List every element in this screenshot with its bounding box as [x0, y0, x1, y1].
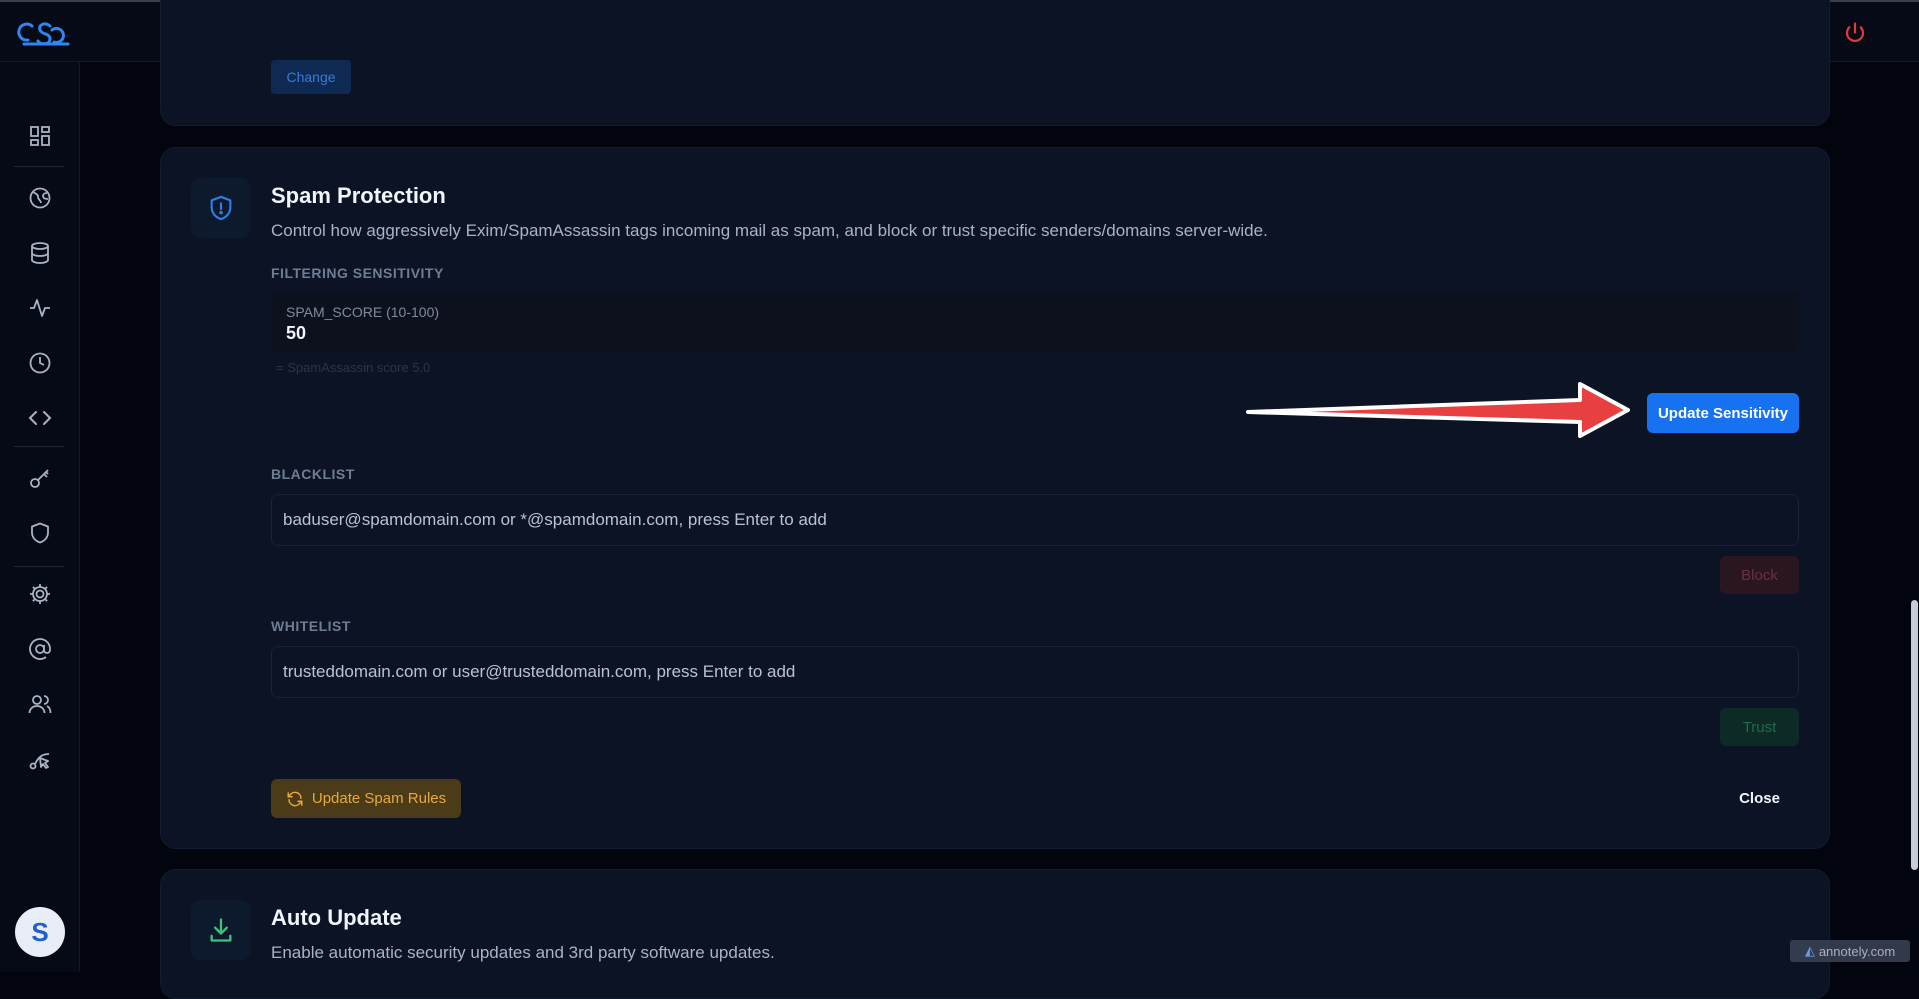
watermark-text: annotely.com — [1818, 943, 1896, 959]
sidebar-clock-icon[interactable] — [26, 349, 54, 377]
sidebar-key-icon[interactable] — [26, 464, 54, 492]
scrollbar-thumb[interactable] — [1911, 600, 1918, 870]
spam-score-hint: = SpamAssassin score 5.0 — [276, 360, 431, 375]
user-avatar[interactable]: S — [15, 907, 65, 957]
spam-score-label: SPAM_SCORE (10-100) — [286, 304, 440, 320]
spam-protection-description: Control how aggressively Exim/SpamAssass… — [271, 221, 1268, 240]
shield-alert-icon — [191, 178, 251, 238]
sidebar-settings-gear-icon[interactable] — [26, 580, 54, 608]
filtering-sensitivity-label: FILTERING SENSITIVITY — [271, 265, 444, 281]
annotation-arrow — [1246, 382, 1630, 438]
update-spam-rules-label: Update Spam Rules — [311, 790, 447, 807]
auto-update-card — [160, 869, 1830, 999]
whitelist-label: WHITELIST — [271, 618, 351, 634]
sidebar-code-icon[interactable] — [26, 404, 54, 432]
sidebar-dashboard-icon[interactable] — [26, 122, 54, 150]
blacklist-input[interactable]: baduser@spamdomain.com or *@spamdomain.c… — [271, 494, 1799, 546]
sidebar-activity-icon[interactable] — [26, 294, 54, 322]
refresh-icon — [287, 791, 303, 806]
download-icon — [191, 900, 251, 960]
spam-score-value[interactable]: 50 — [286, 323, 306, 344]
previous-settings-card — [160, 0, 1830, 126]
whitelist-placeholder: trusteddomain.com or user@trusteddomain.… — [283, 662, 796, 681]
auto-update-description: Enable automatic security updates and 3r… — [271, 943, 775, 962]
trust-button[interactable]: Trust — [1720, 708, 1799, 746]
power-logout-icon[interactable] — [1841, 19, 1869, 47]
sidebar-database-icon[interactable] — [26, 239, 54, 267]
change-button[interactable]: Change — [271, 60, 351, 94]
block-button[interactable]: Block — [1720, 556, 1799, 594]
auto-update-title: Auto Update — [271, 905, 402, 930]
app-logo-icon[interactable] — [16, 16, 72, 50]
watermark-logo-icon: ◭ — [1804, 943, 1815, 958]
sidebar-email-at-icon[interactable] — [26, 635, 54, 663]
blacklist-label: BLACKLIST — [271, 466, 355, 482]
sidebar-users-icon[interactable] — [26, 690, 54, 718]
update-spam-rules-button[interactable]: Update Spam Rules — [271, 779, 461, 818]
sidebar: S — [0, 62, 80, 972]
blacklist-placeholder: baduser@spamdomain.com or *@spamdomain.c… — [283, 510, 827, 529]
spam-score-field[interactable]: SPAM_SCORE (10-100) 50 — [271, 292, 1799, 352]
update-sensitivity-button[interactable]: Update Sensitivity — [1647, 393, 1799, 433]
sidebar-shield-icon[interactable] — [26, 519, 54, 547]
spam-protection-title: Spam Protection — [271, 183, 446, 208]
whitelist-input[interactable]: trusteddomain.com or user@trusteddomain.… — [271, 646, 1799, 698]
close-button[interactable]: Close — [1720, 779, 1799, 818]
sidebar-route-pointer-icon[interactable] — [26, 745, 54, 773]
watermark-badge: ◭ annotely.com — [1790, 940, 1910, 962]
sidebar-sites-globe-icon[interactable] — [26, 184, 54, 212]
